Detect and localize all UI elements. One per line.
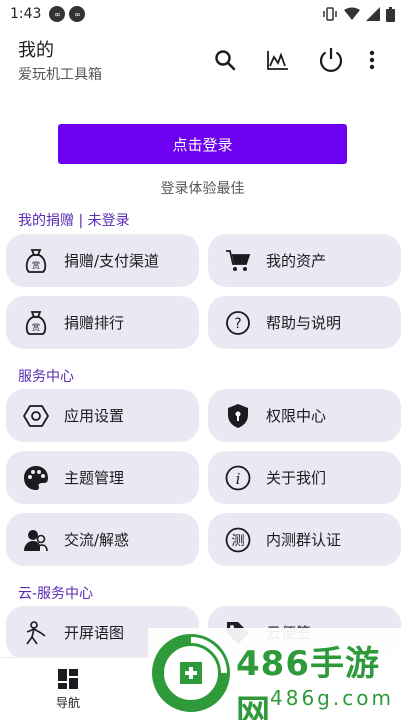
svg-text:赏: 赏	[32, 260, 40, 270]
money-bag-icon: 赏	[22, 247, 50, 275]
figure-icon	[22, 619, 50, 647]
card-about-us[interactable]: i 关于我们	[208, 451, 401, 504]
card-donate-channels[interactable]: 赏 捐赠/支付渠道	[6, 234, 199, 287]
people-icon	[22, 526, 50, 554]
notification-icon: ∞	[69, 6, 86, 22]
wifi-icon	[344, 7, 360, 20]
search-button[interactable]	[198, 40, 251, 80]
cart-icon	[224, 247, 252, 275]
card-theme-management[interactable]: 主题管理	[6, 451, 199, 504]
card-help[interactable]: ? 帮助与说明	[208, 296, 401, 349]
section-title-service: 服务中心	[18, 369, 74, 385]
power-icon	[319, 48, 342, 72]
card-label: 内测群认证	[266, 531, 342, 549]
power-button[interactable]	[304, 40, 357, 80]
more-options-button[interactable]	[357, 40, 387, 80]
card-app-settings[interactable]: 应用设置	[6, 389, 199, 442]
svg-text:i: i	[236, 470, 241, 488]
app-name: 爱玩机工具箱	[18, 67, 102, 83]
watermark-logo	[152, 634, 230, 712]
svg-text:?: ?	[234, 316, 241, 332]
nav-item-label: 导航	[55, 696, 80, 710]
search-icon	[214, 50, 235, 71]
login-button[interactable]: 点击登录	[58, 124, 347, 164]
shield-icon	[224, 402, 252, 430]
nav-item-navigation[interactable]: 导航	[40, 668, 96, 711]
card-label: 捐赠排行	[64, 314, 125, 332]
help-icon: ?	[224, 309, 252, 337]
watermark: 486手游网 486g.com	[148, 628, 405, 720]
app-bar-actions	[198, 40, 387, 80]
more-vert-icon	[369, 50, 375, 70]
status-time: 1:43	[10, 6, 42, 22]
card-label: 权限中心	[266, 407, 327, 425]
card-label: 关于我们	[266, 469, 327, 487]
page-title: 我的	[18, 40, 54, 61]
status-notification-icons: ∞ ∞	[49, 6, 86, 22]
palette-icon	[22, 464, 50, 492]
money-bag-icon: 赏	[22, 309, 50, 337]
status-bar: 1:43 ∞ ∞	[0, 0, 405, 28]
svg-text:测: 测	[231, 534, 244, 549]
card-community[interactable]: 交流/解惑	[6, 513, 199, 566]
card-my-assets[interactable]: 我的资产	[208, 234, 401, 287]
card-label: 我的资产	[266, 252, 327, 270]
signal-icon	[366, 7, 380, 21]
watermark-url: 486g.com	[270, 686, 394, 710]
card-donation-ranking[interactable]: 赏 捐赠排行	[6, 296, 199, 349]
dashboard-icon	[58, 669, 78, 689]
card-label: 开屏语图	[64, 624, 125, 642]
section-title-cloud: 云-服务中心	[18, 586, 94, 602]
line-chart-icon	[266, 51, 288, 70]
card-label: 帮助与说明	[266, 314, 342, 332]
card-beta-group[interactable]: 测 内测群认证	[208, 513, 401, 566]
settings-icon	[22, 402, 50, 430]
test-badge-icon: 测	[224, 526, 252, 554]
card-label: 应用设置	[64, 407, 125, 425]
login-hint: 登录体验最佳	[160, 181, 245, 197]
section-title-donation: 我的捐赠 | 未登录	[18, 213, 130, 229]
status-system-icons	[322, 6, 395, 22]
card-label: 主题管理	[64, 469, 125, 487]
battery-icon	[386, 6, 395, 22]
card-label: 捐赠/支付渠道	[64, 252, 160, 270]
stats-button[interactable]	[251, 40, 304, 80]
notification-icon: ∞	[49, 6, 66, 22]
info-icon: i	[224, 464, 252, 492]
card-label: 交流/解惑	[64, 531, 130, 549]
app-bar-titles: 我的 爱玩机工具箱	[18, 36, 102, 84]
vibrate-icon	[323, 7, 337, 21]
app-bar: 我的 爱玩机工具箱	[0, 30, 405, 90]
card-permission-center[interactable]: 权限中心	[208, 389, 401, 442]
svg-text:赏: 赏	[32, 322, 40, 332]
